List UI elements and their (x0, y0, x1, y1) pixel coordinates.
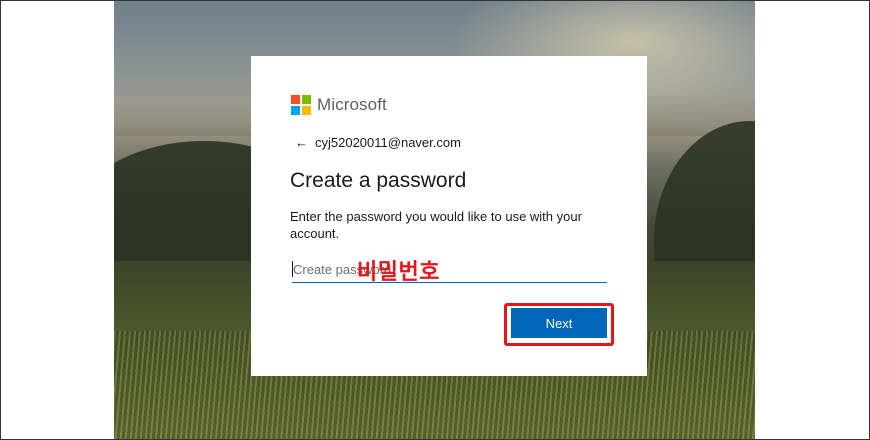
microsoft-logo: Microsoft (291, 95, 387, 115)
logo-text: Microsoft (317, 95, 387, 114)
logo-blue-square (291, 106, 300, 115)
arrow-left-icon[interactable]: ← (295, 135, 308, 150)
page-description: Enter the password you would like to use… (290, 209, 582, 241)
microsoft-logo-icon (291, 95, 311, 115)
text-cursor (292, 261, 293, 277)
logo-red-square (291, 95, 300, 104)
page-title: Create a password (290, 169, 467, 192)
password-input[interactable] (292, 256, 607, 283)
account-email: cyj52020011@naver.com (315, 135, 461, 150)
logo-yellow-square (302, 106, 311, 115)
logo-green-square (302, 95, 311, 104)
signin-card: Microsoft ← cyj52020011@naver.com Create… (251, 56, 647, 376)
back-to-email[interactable]: ← cyj52020011@naver.com (295, 135, 461, 150)
next-button[interactable]: Next (511, 308, 607, 338)
annotation-label: 비밀번호 (357, 259, 440, 284)
